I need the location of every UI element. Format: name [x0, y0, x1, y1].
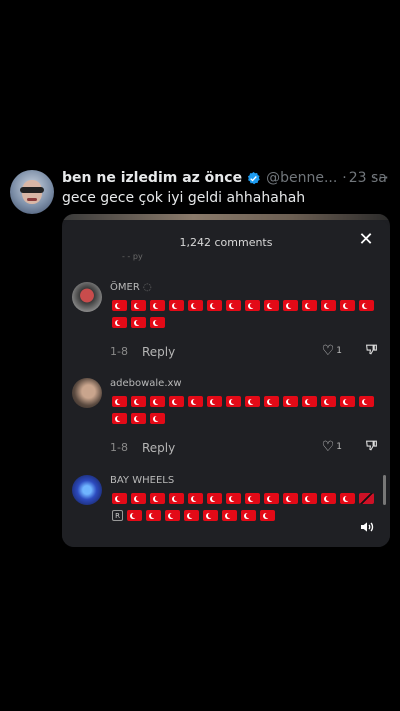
- turkey-flag-icon: [302, 300, 317, 311]
- comments-count-title: 1,242 comments: [179, 236, 273, 249]
- turkey-flag-icon: [112, 493, 127, 504]
- like-button[interactable]: ♡ 1: [322, 439, 342, 455]
- turkey-flag-icon: [112, 317, 127, 328]
- heart-icon: ♡: [321, 343, 335, 359]
- turkey-flag-icon: [302, 396, 317, 407]
- turkey-flag-icon: [222, 510, 237, 521]
- turkey-flag-icon: [169, 493, 184, 504]
- turkey-flag-icon: [131, 317, 146, 328]
- tweet-header: ben ne izledim az önce @benne... · 23 sa…: [10, 168, 390, 218]
- user-avatar[interactable]: [10, 170, 54, 214]
- commenter-avatar[interactable]: [72, 378, 102, 408]
- turkey-flag-icon: [359, 300, 374, 311]
- turkey-flag-icon: [340, 493, 355, 504]
- more-options-icon[interactable]: ···: [372, 168, 390, 187]
- heart-icon: ♡: [321, 439, 335, 455]
- turkey-flag-icon: [245, 396, 260, 407]
- embedded-video[interactable]: 1,242 comments ✕ - - py ÖMER ◌ 1-8 Reply…: [62, 214, 390, 547]
- turkey-flag-icon: [264, 493, 279, 504]
- turkey-flag-icon: [283, 396, 298, 407]
- turkey-flag-icon: [264, 396, 279, 407]
- like-count: 1: [336, 346, 342, 356]
- comment-meta: 1-8 Reply: [110, 345, 175, 359]
- turkey-flag-icon: [264, 300, 279, 311]
- turkey-flag-icon: [165, 510, 180, 521]
- turkey-flag-icon: [112, 413, 127, 424]
- commenter-username[interactable]: BAY WHEELS: [110, 475, 174, 486]
- like-button[interactable]: ♡ 1: [322, 343, 342, 359]
- turkey-flag-icon: [169, 300, 184, 311]
- turkey-flag-icon: [188, 396, 203, 407]
- turkey-flag-icon: [188, 493, 203, 504]
- trinidad-flag-icon: [359, 493, 374, 504]
- turkey-flag-icon: [131, 396, 146, 407]
- turkey-flag-icon: [359, 396, 374, 407]
- turkey-flag-icon: [260, 510, 275, 521]
- turkey-flag-icon: [184, 510, 199, 521]
- verified-badge-icon: [248, 171, 260, 184]
- display-name[interactable]: ben ne izledim az önce: [62, 170, 242, 186]
- commenter-avatar[interactable]: [72, 475, 102, 505]
- turkey-flag-icon: [150, 413, 165, 424]
- turkey-flag-icon: [207, 396, 222, 407]
- turkey-flag-icon: [150, 493, 165, 504]
- turkey-flag-icon: [321, 493, 336, 504]
- dislike-icon[interactable]: [365, 343, 378, 360]
- previous-comment-fragment: - - py: [122, 252, 143, 261]
- turkey-flag-icon: [241, 510, 256, 521]
- comment-age: 1-8: [110, 345, 128, 358]
- turkey-flag-icon: [226, 493, 241, 504]
- turkey-flag-icon: [226, 396, 241, 407]
- reply-button[interactable]: Reply: [142, 345, 175, 359]
- turkey-flag-icon: [150, 317, 165, 328]
- comments-sheet: 1,242 comments ✕ - - py ÖMER ◌ 1-8 Reply…: [62, 220, 390, 547]
- regional-indicator-badge: R: [112, 510, 123, 521]
- commenter-username-text: ÖMER: [110, 282, 140, 293]
- comment-age: 1-8: [110, 441, 128, 454]
- like-count: 1: [336, 442, 342, 452]
- turkey-flag-icon: [321, 300, 336, 311]
- turkey-flag-icon: [302, 493, 317, 504]
- commenter-username[interactable]: adebowale.xw: [110, 378, 182, 389]
- dislike-icon[interactable]: [365, 439, 378, 456]
- turkey-flag-icon: [169, 396, 184, 407]
- turkey-flag-icon: [283, 493, 298, 504]
- user-handle[interactable]: @benne...: [266, 170, 337, 186]
- turkey-flag-icon: [245, 300, 260, 311]
- turkey-flag-icon: [226, 300, 241, 311]
- tweet-text: gece gece çok iyi geldi ahhahahah: [62, 190, 306, 206]
- turkey-flag-icon: [150, 300, 165, 311]
- turkey-flag-icon: [131, 300, 146, 311]
- comment-meta: 1-8 Reply: [110, 441, 175, 455]
- commenter-username[interactable]: ÖMER ◌: [110, 282, 152, 293]
- turkey-flag-icon: [131, 493, 146, 504]
- turkey-flag-icon: [112, 396, 127, 407]
- time-separator: ·: [342, 170, 347, 186]
- turkey-flag-icon: [188, 300, 203, 311]
- turkey-flag-icon: [112, 300, 127, 311]
- comments-scrollbar[interactable]: [383, 475, 386, 505]
- comment-flag-emojis: R: [112, 493, 377, 521]
- reply-button[interactable]: Reply: [142, 441, 175, 455]
- turkey-flag-icon: [340, 300, 355, 311]
- tweet-name-row: ben ne izledim az önce @benne... · 23 sa: [62, 168, 387, 188]
- close-icon[interactable]: ✕: [356, 230, 376, 250]
- speaker-icon[interactable]: [358, 519, 376, 535]
- comment-flag-emojis: [112, 396, 377, 424]
- comment-flag-emojis: [112, 300, 377, 328]
- turkey-flag-icon: [340, 396, 355, 407]
- turkey-flag-icon: [207, 300, 222, 311]
- turkey-flag-icon: [127, 510, 142, 521]
- turkey-flag-icon: [146, 510, 161, 521]
- turkey-flag-icon: [321, 396, 336, 407]
- turkey-flag-icon: [203, 510, 218, 521]
- turkey-flag-icon: [283, 300, 298, 311]
- turkey-flag-icon: [150, 396, 165, 407]
- turkey-flag-icon: [245, 493, 260, 504]
- commenter-avatar[interactable]: [72, 282, 102, 312]
- turkey-flag-icon: [207, 493, 222, 504]
- username-emoji: ◌: [142, 282, 152, 293]
- turkey-flag-icon: [131, 413, 146, 424]
